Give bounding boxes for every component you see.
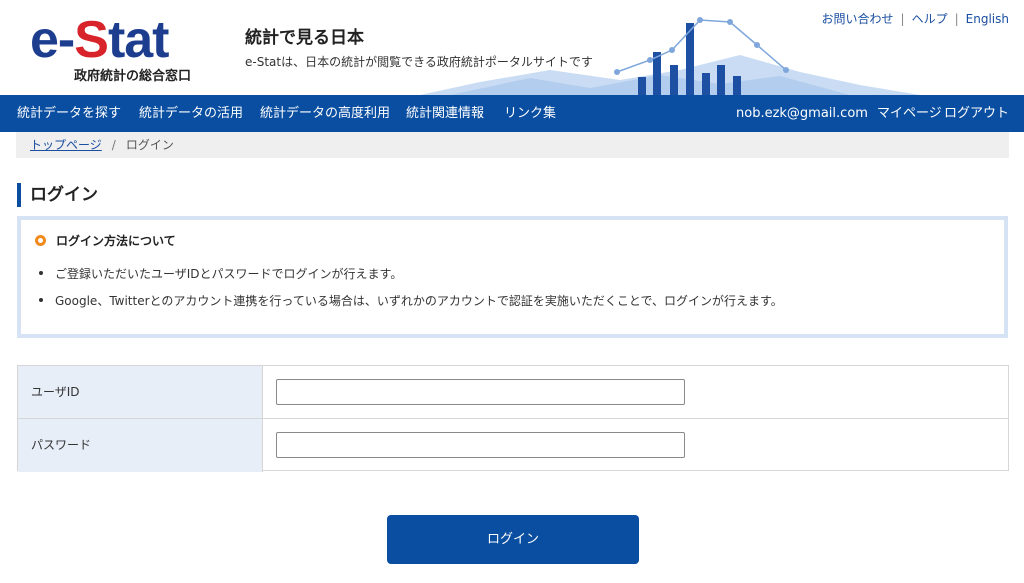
info-list-item: ご登録いただいたユーザIDとパスワードでログインが行えます。: [39, 265, 783, 292]
bullet-ring-icon: [35, 235, 46, 246]
info-list-item-text: ご登録いただいたユーザIDとパスワードでログインが行えます。: [55, 267, 403, 281]
header-bar: [638, 77, 646, 95]
english-link[interactable]: English: [966, 12, 1009, 26]
breadcrumb-home-link[interactable]: トップページ: [30, 138, 102, 152]
header-point: [754, 42, 760, 48]
info-heading: ログイン方法について: [35, 232, 176, 249]
bullet-dot-icon: [39, 298, 43, 302]
header-point: [669, 47, 675, 53]
password-input[interactable]: [276, 432, 685, 458]
login-button[interactable]: ログイン: [387, 515, 639, 564]
nav-item-advanced-use[interactable]: 統計データの高度利用: [260, 95, 390, 132]
breadcrumb-current: ログイン: [125, 138, 174, 152]
breadcrumb-separator: /: [111, 138, 116, 152]
utility-links: お問い合わせ | ヘルプ | English: [822, 10, 1009, 27]
main-nav: 統計データを探す 統計データの活用 統計データの高度利用 統計関連情報 リンク集…: [0, 95, 1024, 132]
mypage-link[interactable]: マイページ: [877, 95, 942, 132]
breadcrumb: トップページ / ログイン: [16, 132, 1009, 158]
info-list: ご登録いただいたユーザIDとパスワードでログインが行えます。 Google、Tw…: [39, 265, 783, 319]
info-list-item: Google、Twitterとのアカウント連携を行っている場合は、いずれかのアカ…: [39, 292, 783, 319]
nav-item-use-data[interactable]: 統計データの活用: [139, 95, 243, 132]
header-bar: [670, 65, 678, 95]
nav-item-links[interactable]: リンク集: [504, 95, 556, 132]
form-row-user-id: ユーザID: [18, 366, 1008, 419]
header-bar: [717, 65, 725, 95]
header-point: [783, 67, 789, 73]
user-email: nob.ezk@gmail.com: [736, 106, 868, 121]
form-row-password: パスワード: [18, 419, 1008, 472]
password-label: パスワード: [18, 419, 263, 472]
contact-link[interactable]: お問い合わせ: [822, 12, 894, 26]
nav-item-related-info[interactable]: 統計関連情報: [406, 95, 484, 132]
header-point: [697, 17, 703, 23]
link-separator: |: [900, 12, 905, 26]
help-link[interactable]: ヘルプ: [912, 12, 948, 26]
info-list-item-text: Google、Twitterとのアカウント連携を行っている場合は、いずれかのアカ…: [55, 294, 783, 308]
estat-logo[interactable]: e-Stat 政府統計の総合窓口: [30, 12, 210, 87]
header-point: [647, 57, 653, 63]
page-title: ログイン: [17, 183, 98, 207]
bullet-dot-icon: [39, 271, 43, 275]
login-info-box: ログイン方法について ご登録いただいたユーザIDとパスワードでログインが行えます…: [17, 216, 1008, 338]
header-bar: [733, 76, 741, 95]
logo-subtitle: 政府統計の総合窓口: [74, 69, 192, 84]
info-heading-text: ログイン方法について: [56, 234, 176, 248]
header-point: [614, 69, 620, 75]
header-bar: [702, 73, 710, 95]
login-form: ユーザID パスワード: [17, 365, 1009, 472]
site-title[interactable]: 統計で見る日本: [245, 23, 364, 48]
user-id-input[interactable]: [276, 379, 685, 405]
link-separator: |: [954, 12, 959, 26]
header-point: [727, 19, 733, 25]
nav-item-find-data[interactable]: 統計データを探す: [17, 95, 121, 132]
site-header: e-Stat 政府統計の総合窓口 統計で見る日本 e-Statは、日本の統計が閲…: [0, 0, 1024, 95]
user-id-label: ユーザID: [18, 366, 263, 418]
logout-link[interactable]: ログアウト: [944, 95, 1009, 132]
logo-wordmark: e-Stat: [30, 11, 169, 69]
